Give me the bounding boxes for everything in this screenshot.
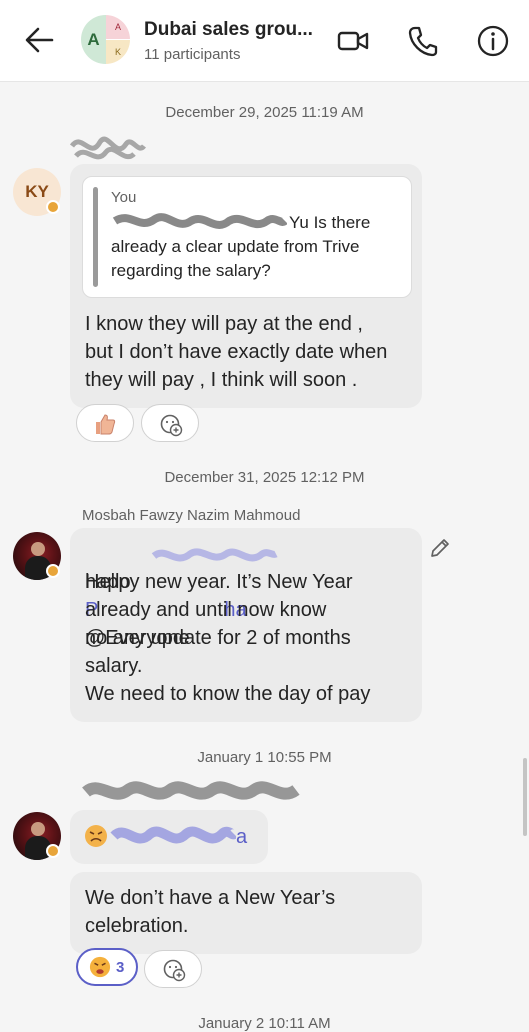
video-call-icon[interactable] [336,24,370,58]
group-avatar-letter: K [106,40,130,64]
date-divider: December 31, 2025 12:12 PM [164,469,365,486]
pencil-edit-icon[interactable] [428,536,452,560]
message-text: happy new year. It’s New Year already an… [85,571,371,705]
redacted-mention [110,826,236,844]
add-reaction-button[interactable] [141,404,199,442]
status-badge [46,200,60,214]
message-text: We don’t have a New Year’s celebration. [85,887,336,937]
quoted-message[interactable]: You Yu Is there already a clear update f… [82,176,412,298]
quote-text: Yu Is there already a clear update from … [111,211,401,283]
angry-face-emoji [85,825,107,847]
chat-header: A A K Dubai sales grou... 11 participant… [0,0,529,82]
redacted-sender-name [82,781,300,800]
sad-face-emoji [89,956,111,978]
group-avatar-letter: A [81,15,106,64]
date-divider: January 1 10:55 PM [197,749,332,766]
group-avatar[interactable]: A A K [81,15,130,64]
arrow-left-icon[interactable] [22,24,58,56]
thumbs-up-emoji [96,414,116,435]
reaction-pill[interactable]: 3 [76,948,138,986]
message-bubble[interactable]: You Yu Is there already a clear update f… [70,164,422,408]
quote-text-line: Yu Is there [289,213,371,232]
chat-title[interactable]: Dubai sales grou... [144,19,324,41]
scrollbar-thumb[interactable] [523,758,527,836]
reaction-pill[interactable] [76,404,134,442]
quote-text-rest: already a clear update from Trive regard… [111,237,360,280]
mention-end[interactable]: a [236,823,247,851]
message-bubble[interactable]: a [70,810,268,864]
message-text: I know they will pay at the end , but I … [85,313,388,391]
date-divider: December 29, 2025 11:19 AM [165,104,364,121]
status-badge [46,564,60,578]
phone-call-icon[interactable] [406,24,440,58]
redacted-mention [151,548,278,562]
status-badge [46,844,60,858]
quote-bar [93,187,98,287]
message-bubble[interactable]: We don’t have a New Year’s celebration. [70,872,422,954]
quote-author: You [111,189,137,206]
group-avatar-letter: A [106,15,130,39]
add-reaction-icon [160,414,183,437]
info-icon[interactable] [476,24,510,58]
sender-name: Mosbah Fawzy Nazim Mahmoud [82,507,301,524]
add-reaction-icon [163,959,186,982]
message-bubble[interactable]: Hello Pha @Everyone happy new year. It’s… [70,528,422,722]
add-reaction-button[interactable] [144,950,202,988]
participants-count[interactable]: 11 participants [144,46,240,63]
reaction-count: 3 [116,959,125,976]
